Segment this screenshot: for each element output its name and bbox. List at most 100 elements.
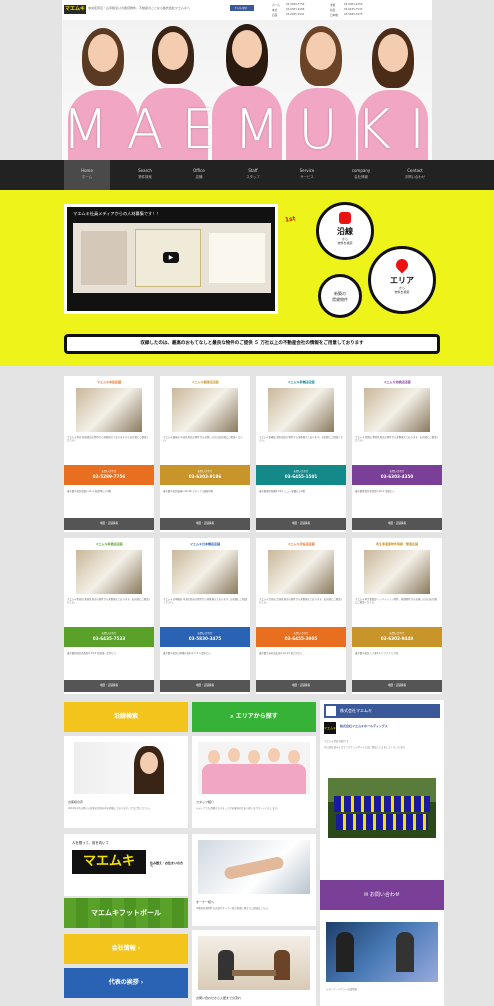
nav-label-en: Service: [299, 168, 315, 173]
office-phone-label: お問い合わせ: [197, 470, 213, 473]
nav-item-search[interactable]: Search 物件検索: [122, 160, 168, 190]
office-phone-number[interactable]: 03-5830-3475: [160, 636, 250, 641]
area-search-banner[interactable]: ⌕ エリアから探す: [192, 702, 316, 732]
nav-item-home[interactable]: Home ホーム: [64, 160, 110, 190]
handshake-photo: [198, 840, 310, 894]
office-description: マエムキ再生事業部 リノベーション物件、管理物件からお探しの方はお気軽にご相談く…: [355, 598, 437, 605]
nav-item-company[interactable]: company 会社情報: [338, 160, 384, 190]
office-phone-box[interactable]: お問い合わせ 03-6303-9186: [160, 465, 250, 485]
main-nav: Home ホーム Search 物件検索 Office 店舗 Staff スタッフ Se…: [0, 160, 494, 190]
office-address: 東京都中央区新富1-11-1 新富MJビル3階: [67, 490, 111, 493]
office-phone-box[interactable]: お問い合わせ 03-5289-7756: [64, 465, 154, 485]
office-photo: [268, 388, 334, 432]
header-phone-number[interactable]: 03-6455-1501: [286, 13, 304, 16]
office-detail-button[interactable]: 地図・店舗情報: [352, 680, 442, 692]
header-phone-number[interactable]: 03-6303-4350: [344, 3, 362, 6]
line-search-banner-label: 沿線検索: [113, 713, 138, 720]
office-card[interactable]: マエムキ新橋店店舗 マエムキ新橋店 港区周辺の物件から多数揃えております。お気軽に…: [256, 376, 346, 532]
office-card[interactable]: マエムキ本店店舗 マエムキ本店 新宿周辺の物件から多数揃えておりますのでお気軽にご…: [64, 376, 154, 532]
chevron-right-icon: ›: [135, 945, 141, 952]
office-phone-box[interactable]: お問い合わせ 03-6303-4350: [352, 465, 442, 485]
office-card[interactable]: マエムキ池袋店店舗 マエムキ池袋店 豊島区周辺の物件から多数揃えております。お気軽…: [352, 376, 442, 532]
owner-panel[interactable]: オーナー様へ 不動産投資物件の売却やオーナー様の管理に関するご相談はこちら。: [192, 834, 316, 926]
line-search-button[interactable]: 沿線 から 物件を検索: [316, 202, 374, 260]
area-search-label: エリア: [390, 276, 414, 285]
recruit-banner[interactable]: 人を想って、前を向いて マエムキ 住み替え・お住まいの方へ: [64, 834, 188, 896]
office-detail-button[interactable]: 地図・店舗情報: [256, 680, 346, 692]
facebook-like-button[interactable]: f いいね！: [230, 5, 254, 11]
area-search-sub2: 物件を検索: [394, 290, 410, 294]
site-tagline: 中央区周辺・山手線沿いの賃貸物件、不動産のことなら株式会社マエムキへ: [88, 6, 190, 10]
nav-item-staff[interactable]: Staff スタッフ: [230, 160, 276, 190]
nav-label-en: Search: [138, 168, 152, 173]
company-info-button[interactable]: 会社情報 ›: [64, 934, 188, 964]
staff-panel[interactable]: スタッフ紹介 メディアでも活躍するスタッフがお客様の住まい探しをサポートいたしま…: [192, 736, 316, 828]
media-caption: メディア・イベント出演情報: [326, 988, 357, 991]
office-phone-box[interactable]: お問い合わせ 03-6435-7533: [64, 627, 154, 647]
office-photo: [172, 388, 238, 432]
feature-band: マエムキ社員メディアからの人材募集です！！ ▶ 1st 沿線 から 物件を検索 …: [0, 190, 494, 366]
media-photo[interactable]: [326, 922, 438, 982]
new-property-button[interactable]: 新築の 賃貸物件: [318, 274, 362, 318]
header-phone-number[interactable]: 03-6303-9186: [286, 8, 304, 11]
office-phone-label: お問い合わせ: [101, 632, 117, 635]
office-detail-button[interactable]: 地図・店舗情報: [160, 518, 250, 530]
office-phone-box[interactable]: お問い合わせ 03-6455-3905: [256, 627, 346, 647]
line-search-sub2: 物件を検索: [337, 241, 353, 245]
customer-voice-panel[interactable]: お客様の声 2016年1月以降の入居者の皆様の声を掲載しております。ぜひご覧くだ…: [64, 736, 188, 828]
header-phone-number[interactable]: 03-5289-7756: [286, 3, 304, 6]
office-card[interactable]: マエムキ新宿店店舗 マエムキ新宿店 新宿区周辺の物件から多数揃えております。お気軽…: [64, 538, 154, 694]
facebook-post-company[interactable]: 株式会社マエムキホールディングス: [340, 724, 440, 728]
office-phone-number[interactable]: 03-5289-7756: [64, 474, 154, 479]
office-detail-button[interactable]: 地図・店舗情報: [256, 518, 346, 530]
contact-button[interactable]: ✉ お問い合わせ: [320, 880, 444, 910]
office-card[interactable]: マエムキ渋谷店店舗 マエムキ渋谷店 渋谷区周辺の物件から多数揃えております。お気軽…: [256, 538, 346, 694]
office-phone-box[interactable]: お問い合わせ 03-6303-9449: [352, 627, 442, 647]
nav-item-office[interactable]: Office 店舗: [176, 160, 222, 190]
office-description: マエムキ日本橋店 中央区周辺の物件から多数揃えております。お気軽にご相談ください…: [163, 598, 247, 605]
office-address: 東京都港区新橋2-16-1 ニュー新橋ビル2階: [259, 490, 305, 493]
header-phone-number[interactable]: 03-5830-3475: [344, 13, 362, 16]
office-phone-number[interactable]: 03-6303-9449: [352, 636, 442, 641]
office-phone-label: お問い合わせ: [389, 632, 405, 635]
site-logo[interactable]: マエムキ: [64, 5, 86, 14]
nav-label-en: Staff: [248, 168, 258, 173]
video-title: マエムキ社員メディアからの人材募集です！！: [73, 211, 161, 216]
area-search-button[interactable]: エリア から 物件を検索: [368, 246, 436, 314]
office-phone-box[interactable]: お問い合わせ 03-5830-3475: [160, 627, 250, 647]
nav-item-contact[interactable]: Contact お問い合わせ: [392, 160, 438, 190]
office-card[interactable]: 再生事業部物件情報・管理店舗 マエムキ再生事業部 リノベーション物件、管理物件から…: [352, 538, 442, 694]
office-card[interactable]: マエムキ銀座店店舗 マエムキ銀座店 中央区周辺の物件からお探しの方はお気軽にご相談…: [160, 376, 250, 532]
office-phone-box[interactable]: お問い合わせ 03-6455-1501: [256, 465, 346, 485]
line-search-banner[interactable]: 沿線検索: [64, 702, 188, 732]
office-detail-button[interactable]: 地図・店舗情報: [64, 518, 154, 530]
office-description: マエムキ銀座店 中央区周辺の物件からお探しの方はお気軽にご相談ください。: [163, 436, 243, 443]
office-detail-button[interactable]: 地図・店舗情報: [352, 518, 442, 530]
flow-panel[interactable]: お問い合わせから入居までの流れ: [192, 930, 316, 1006]
play-icon[interactable]: ▶: [163, 252, 179, 263]
office-phone-number[interactable]: 03-6303-4350: [352, 474, 442, 479]
header-phone-label: 店舗: [272, 14, 278, 17]
hero-banner: MAEMUKI: [62, 20, 432, 160]
office-phone-number[interactable]: 03-6455-1501: [256, 474, 346, 479]
train-icon: [339, 212, 351, 224]
office-detail-button[interactable]: 地図・店舗情報: [64, 680, 154, 692]
sidebar: 株式会社マエムキ マエムキ 株式会社マエムキホールディングス マエムキ代表 前田…: [320, 700, 444, 1006]
office-detail-button[interactable]: 地図・店舗情報: [160, 680, 250, 692]
office-phone-label: お問い合わせ: [197, 632, 213, 635]
office-phone-number[interactable]: 03-6435-7533: [64, 636, 154, 641]
notice-banner: 収録したのは、最高のおもてなしと最良な物件のご提供 ５ 万社以上の不動産会社の情…: [64, 334, 440, 354]
recruit-sub: 住み替え・お住まいの方へ: [150, 861, 184, 869]
football-banner[interactable]: マエムキフットボール: [64, 898, 188, 928]
office-phone-number[interactable]: 03-6455-3905: [256, 636, 346, 641]
president-message-button[interactable]: 代表の挨拶 ›: [64, 968, 188, 998]
facebook-widget-header[interactable]: 株式会社マエムキ: [324, 704, 440, 718]
office-card[interactable]: マエムキ日本橋店店舗 マエムキ日本橋店 中央区周辺の物件から多数揃えております。お…: [160, 538, 250, 694]
office-phone-number[interactable]: 03-6303-9186: [160, 474, 250, 479]
office-name: マエムキ渋谷店店舗: [287, 542, 315, 546]
video-player[interactable]: マエムキ社員メディアからの人材募集です！！ ▶: [64, 204, 278, 314]
nav-item-service[interactable]: Service サービス: [284, 160, 330, 190]
office-address: 東京都中央区八丁堀3-1-7 アクア八丁堀: [355, 652, 398, 655]
header-phone-number[interactable]: 03-6435-7533: [344, 8, 362, 11]
contact-button-label: お問い合わせ: [369, 892, 400, 898]
